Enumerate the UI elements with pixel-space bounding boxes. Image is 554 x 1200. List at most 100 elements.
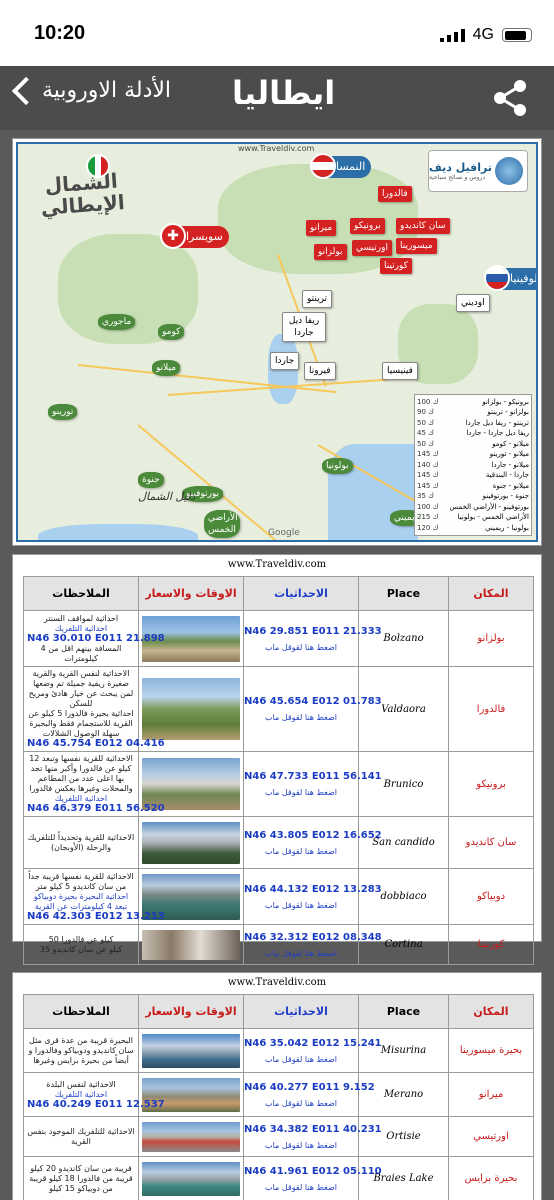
signal-icon [439, 28, 465, 42]
notes-link[interactable]: احداثية التلفريك [27, 1090, 135, 1100]
notes-coordinates: N46 46.379 E011 56.520 [27, 803, 165, 814]
map-region-title: الشمال الإيطالي [39, 169, 126, 220]
coordinates-text: N46 35.042 E012 15.241 [244, 1037, 382, 1049]
notes-text: المسافة بينهم اقل من 4 كيلومترات [40, 643, 122, 663]
row-location: سان كانديدو [448, 816, 534, 869]
map-card: www.Traveldiv.com الشمال الإيطالي ترافيل… [12, 138, 542, 546]
row-photo-cell [138, 924, 244, 965]
coordinates-text: N46 44.132 E012 13.283 [244, 883, 382, 895]
row-notes: الاحداثية للقرية وتحديداً للتلفريك والرح… [23, 816, 139, 869]
notes-text: البحيرة قريبة من عدة قرى مثل سان كانديدو… [28, 1035, 134, 1065]
row-coordinates: N46 41.961 E012 05.110 اضغط هنا لقوقل ماب [243, 1156, 382, 1200]
row-place: Bolzano [358, 610, 449, 667]
table-row: البحيرة قريبة من عدة قرى مثل سان كانديدو… [23, 1028, 534, 1073]
distance-table: 100 ك برونيكو - بولزانو 90 ك بولزانو - ترين… [414, 393, 532, 536]
switzerland-flag-icon: ✚ [160, 223, 186, 249]
back-button[interactable]: الأدلة الاوروبية [10, 76, 171, 105]
google-maps-link[interactable]: اضغط هنا لقوقل ماب [244, 1099, 358, 1108]
distance-km: 100 ك [417, 502, 439, 511]
distance-route: جاردا - البندقية [485, 471, 529, 479]
notes-text: احداثية بحيرة فالدورا 5 كيلو عن القرية ل… [28, 709, 134, 738]
distance-row: 35 ك جنوة - بورتوفينو [417, 491, 529, 502]
table-row: الاحداثية للقرية نفسها وتبعد 12 كيلو عن … [23, 751, 534, 817]
notes-text: الاحداثية لنفس البلدة [46, 1079, 116, 1089]
map-label-riva: ريفا ديل جاردا [282, 312, 326, 342]
map-label-turin: تورينو [48, 404, 78, 420]
distance-row: 90 ك بولزانو - ترينتو [417, 407, 529, 418]
coordinates-text: N46 43.805 E012 16.652 [244, 829, 382, 841]
google-maps-link[interactable]: اضغط هنا لقوقل ماب [244, 1055, 358, 1064]
place-photo [142, 1033, 240, 1068]
distance-km: 50 ك [417, 418, 434, 427]
row-place: Brunico [358, 751, 449, 817]
places-table-card-1: www.Traveldiv.com الملاحظات الاوقات والا… [12, 554, 542, 965]
map-label-bolzano: بولزانو [314, 244, 347, 260]
places-table-2: الملاحظات الاوقات والاسعار الاحداثيات Pl… [23, 994, 534, 1200]
brand-logo: ترافيل ديف دروس و نصائح سياحية [428, 150, 528, 192]
distance-km: 145 ك [417, 471, 439, 479]
distance-route: بولونيا - ريميني [485, 523, 529, 532]
google-maps-link[interactable]: اضغط هنا لقوقل ماب [244, 643, 358, 652]
distance-row: 45 ك ريفا ديل جاردا - جاردا [417, 428, 529, 439]
brand-sub: دروس و نصائح سياحية [429, 174, 486, 181]
row-coordinates: N46 47.733 E011 56.141 اضغط هنا لقوقل ماب [243, 751, 382, 817]
row-coordinates: N46 43.805 E012 16.652 اضغط هنا لقوقل ماب [243, 816, 382, 869]
map-label-san-candido: سان كانديدو [396, 218, 450, 234]
distance-row: 140 ك ميلانو - جاردا [417, 460, 529, 471]
distance-km: 140 ك [417, 460, 439, 469]
row-notes: الاحداثية لنفس القرية والقرية صغيرة ريفي… [23, 666, 165, 752]
battery-icon [502, 28, 532, 42]
map-region-line2: الإيطالي [40, 190, 126, 220]
table-row: الاحداثية للقرية نفسها قريبة جداً من سان… [23, 868, 534, 925]
table-row: الاحداثية لنفس القرية والقرية صغيرة ريفي… [23, 666, 534, 752]
header-location: المكان [448, 994, 534, 1029]
distance-km: 35 ك [417, 492, 434, 500]
row-place: San candido [358, 816, 449, 869]
header-notes: الملاحظات [23, 576, 139, 611]
distance-row: 50 ك ترينتو - ريفا ديل جاردا [417, 418, 529, 429]
google-maps-link[interactable]: اضغط هنا لقوقل ماب [244, 1141, 358, 1150]
distance-row: 215 ك الأراضي الخمس - بولونيا [417, 512, 529, 523]
table-row: الاحداثية للتلفريك الموجود بنفس القرية N4… [23, 1116, 534, 1157]
google-maps-link[interactable]: اضغط هنا لقوقل ماب [244, 949, 358, 958]
places-table-1: الملاحظات الاوقات والاسعار الاحداثيات Pl… [23, 576, 534, 965]
coordinates-text: N46 47.733 E011 56.141 [244, 771, 382, 782]
distance-route: بولزانو - ترينتو [487, 408, 529, 416]
notes-text: احداثية لمواقف السنتر [43, 613, 119, 623]
map-label-valdaora: فالدورا [378, 186, 412, 202]
notes-link[interactable]: احداثية البحيرة بحيرة دوبياكو تبعد 4 كيل… [27, 892, 135, 912]
distance-route: ترينتو - ريفا ديل جاردا [465, 418, 529, 427]
share-icon[interactable] [490, 80, 530, 116]
distance-row: 145 ك جاردا - البندقية [417, 470, 529, 481]
google-maps-link[interactable]: اضغط هنا لقوقل ماب [244, 847, 358, 856]
brand-name: ترافيل ديف [429, 161, 492, 174]
row-notes: الاحداثية لنفس البلدة احداثية التلفريك N46… [23, 1072, 165, 1117]
map-label-cortina: كورتينا [380, 258, 412, 274]
google-maps-link[interactable]: اضغط هنا لقوقل ماب [244, 788, 358, 797]
content-scroll[interactable]: www.Traveldiv.com الشمال الإيطالي ترافيل… [0, 130, 554, 1200]
place-photo [142, 1121, 240, 1152]
google-maps-link[interactable]: اضغط هنا لقوقل ماب [244, 901, 358, 910]
row-coordinates: N46 34.382 E011 40.231 اضغط هنا لقوقل ماب [243, 1116, 382, 1157]
coordinates-text: N46 34.382 E011 40.231 [244, 1123, 382, 1135]
place-photo [142, 678, 240, 740]
google-maps-link[interactable]: اضغط هنا لقوقل ماب [244, 713, 358, 722]
notes-coordinates: N46 40.249 E011 12.537 [27, 1098, 165, 1110]
header-coords: الاحداثيات [243, 576, 359, 611]
header-notes: الملاحظات [23, 994, 139, 1029]
google-maps-link[interactable]: اضغط هنا لقوقل ماب [244, 1183, 358, 1192]
distance-row: 145 ك ميلانو - جنوة [417, 481, 529, 492]
row-notes: الاحداثية للقرية نفسها وتبعد 12 كيلو عن … [23, 751, 165, 817]
table-row: الاحداثية لنفس البلدة احداثية التلفريك N46… [23, 1072, 534, 1117]
status-bar: 10:20 4G [0, 0, 554, 66]
distance-route: ميلانو - كومو [492, 439, 529, 448]
row-photo-cell [138, 1028, 244, 1073]
row-coordinates: N46 29.851 E011 21.333 اضغط هنا لقوقل ماب [243, 610, 382, 667]
row-place: Misurina [358, 1028, 449, 1073]
chevron-left-icon [11, 76, 41, 105]
distance-row: 120 ك بولونيا - ريميني [417, 523, 529, 534]
map-label-merano: ميرانو [306, 220, 337, 236]
notes-text: قريبة من سان كانديدو 20 كيلو قريبة من فا… [29, 1163, 133, 1193]
map-label-ortisei: اورتيسي [352, 240, 392, 256]
notes-link[interactable]: احداثية التلفريك [27, 624, 135, 634]
